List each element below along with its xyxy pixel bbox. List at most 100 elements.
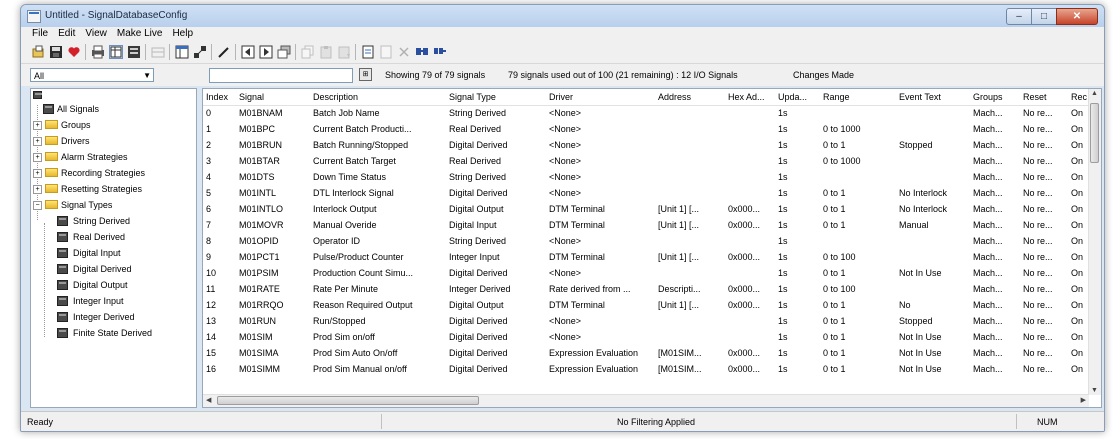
cell-range: 0 to 1: [823, 140, 846, 150]
signal-grid[interactable]: Index Signal Description Signal Type Driver A…: [202, 88, 1102, 408]
heart-icon[interactable]: [67, 45, 81, 59]
cell-description: Down Time Status: [313, 172, 387, 182]
disabled-doc-icon[interactable]: [379, 45, 393, 59]
cell-reset: No re...: [1023, 316, 1053, 326]
new-document-icon[interactable]: [361, 45, 375, 59]
copy-icon[interactable]: [301, 45, 315, 59]
column-header-hex-address[interactable]: Hex Ad...: [728, 92, 765, 102]
menu-view[interactable]: View: [80, 27, 112, 41]
signal-type-icon: [57, 280, 68, 290]
cell-description: Operator ID: [313, 236, 361, 246]
copy-window-icon[interactable]: [277, 45, 291, 59]
table-row[interactable]: 4 M01DTS Down Time Status String Derived <No…: [203, 170, 1089, 184]
table-row[interactable]: 7 M01MOVR Manual Overide Digital Input DTM T…: [203, 218, 1089, 232]
column-header-address[interactable]: Address: [658, 92, 691, 102]
search-input[interactable]: [209, 68, 353, 83]
paste-special-icon[interactable]: [337, 45, 351, 59]
cell-reset: No re...: [1023, 284, 1053, 294]
column-header-signal[interactable]: Signal: [239, 92, 264, 102]
maximize-button[interactable]: □: [1031, 8, 1057, 25]
prev-record-icon[interactable]: [241, 45, 255, 59]
group-filter-select[interactable]: All ▼: [30, 68, 154, 82]
scroll-left-icon[interactable]: ◀: [206, 396, 211, 404]
menu-help[interactable]: Help: [167, 27, 198, 41]
find-icon[interactable]: [415, 45, 429, 59]
column-header-update[interactable]: Upda...: [778, 92, 807, 102]
cell-update: 1s: [778, 364, 788, 374]
delete-x-icon[interactable]: [397, 45, 411, 59]
cell-index: 14: [206, 332, 217, 342]
print-icon[interactable]: [91, 45, 105, 59]
column-header-reset[interactable]: Reset: [1023, 92, 1047, 102]
table-row[interactable]: 1 M01BPC Current Batch Producti... Real Der…: [203, 122, 1089, 136]
cell-driver: <None>: [549, 188, 582, 198]
cell-groups: Mach...: [973, 124, 1003, 134]
cell-description: Rate Per Minute: [313, 284, 379, 294]
column-header-index[interactable]: Index: [206, 92, 228, 102]
cell-address: [Unit 1] [...: [658, 300, 700, 310]
table-icon[interactable]: [175, 45, 189, 59]
table-row[interactable]: 10 M01PSIM Production Count Simu... Digital…: [203, 266, 1089, 280]
maximize-icon: □: [1040, 11, 1048, 22]
connect-icon[interactable]: [193, 45, 207, 59]
paste-icon[interactable]: [319, 45, 333, 59]
edit-pen-icon[interactable]: [217, 45, 231, 59]
cell-update: 1s: [778, 156, 788, 166]
column-header-range[interactable]: Range: [823, 92, 850, 102]
table-row[interactable]: 14 M01SIM Prod Sim on/off Digital Derived <N…: [203, 330, 1089, 344]
save-icon[interactable]: [49, 45, 63, 59]
table-row[interactable]: 8 M01OPID Operator ID String Derived <None> 1…: [203, 234, 1089, 248]
open-icon[interactable]: [31, 45, 45, 59]
cell-description: Prod Sim Auto On/off: [313, 348, 398, 358]
scroll-down-icon[interactable]: ▼: [1091, 387, 1098, 394]
view-list-icon[interactable]: [127, 45, 141, 59]
signal-tree[interactable]: All Signals + Groups + Drivers + Alarm S…: [30, 88, 197, 408]
table-row[interactable]: 13 M01RUN Run/Stopped Digital Derived <None>…: [203, 314, 1089, 328]
close-button[interactable]: ✕: [1056, 8, 1098, 25]
table-row[interactable]: 5 M01INTL DTL Interlock Signal Digital Deri…: [203, 186, 1089, 200]
vertical-scrollbar[interactable]: ▲ ▼: [1088, 89, 1101, 395]
column-header-rec[interactable]: Rec: [1071, 92, 1087, 102]
signal-type-icon: [57, 248, 68, 258]
column-header-event-text[interactable]: Event Text: [899, 92, 941, 102]
menu-edit[interactable]: Edit: [53, 27, 80, 41]
tree-item-label: Groups: [61, 120, 91, 130]
table-row[interactable]: 12 M01RRQO Reason Required Output Digital O…: [203, 298, 1089, 312]
column-header-signal-type[interactable]: Signal Type: [449, 92, 496, 102]
cell-range: 0 to 1: [823, 300, 846, 310]
scroll-right-icon[interactable]: ▶: [1081, 396, 1086, 404]
table-row[interactable]: 16 M01SIMM Prod Sim Manual on/off Digital D…: [203, 362, 1089, 376]
table-row[interactable]: 15 M01SIMA Prod Sim Auto On/off Digital Der…: [203, 346, 1089, 360]
column-header-description[interactable]: Description: [313, 92, 358, 102]
column-header-driver[interactable]: Driver: [549, 92, 573, 102]
apply-filter-button[interactable]: ⊞: [359, 68, 372, 81]
title-bar[interactable]: Untitled - SignalDatabaseConfig – □ ✕: [21, 5, 1104, 27]
menu-make-live[interactable]: Make Live: [112, 27, 168, 41]
expand-icon: +: [33, 153, 42, 162]
cell-update: 1s: [778, 140, 788, 150]
horizontal-scrollbar[interactable]: ◀ ▶: [203, 394, 1089, 407]
tree-item-label: Integer Input: [73, 296, 124, 306]
table-row[interactable]: 3 M01BTAR Current Batch Target Real Derived…: [203, 154, 1089, 168]
minimize-button[interactable]: –: [1006, 8, 1032, 25]
table-row[interactable]: 2 M01BRUN Batch Running/Stopped Digital Der…: [203, 138, 1089, 152]
horizontal-scroll-thumb[interactable]: [217, 396, 479, 405]
view-grid-icon[interactable]: [109, 45, 123, 59]
cell-description: Prod Sim on/off: [313, 332, 375, 342]
column-header-groups[interactable]: Groups: [973, 92, 1003, 102]
next-record-icon[interactable]: [259, 45, 273, 59]
table-row[interactable]: 6 M01INTLO Interlock Output Digital Output D…: [203, 202, 1089, 216]
cell-reset: No re...: [1023, 236, 1053, 246]
table-row[interactable]: 9 M01PCT1 Pulse/Product Counter Integer Inp…: [203, 250, 1089, 264]
table-row[interactable]: 0 M01BNAM Batch Job Name String Derived <Non…: [203, 106, 1089, 120]
signal-type-icon: [57, 296, 68, 306]
disabled-table-icon[interactable]: [151, 45, 165, 59]
cell-groups: Mach...: [973, 252, 1003, 262]
table-row[interactable]: 11 M01RATE Rate Per Minute Integer Derived R…: [203, 282, 1089, 296]
menu-file[interactable]: File: [27, 27, 53, 41]
find-replace-icon[interactable]: [433, 45, 447, 59]
folder-icon: [45, 184, 58, 193]
cell-update: 1s: [778, 124, 788, 134]
vertical-scroll-thumb[interactable]: [1090, 103, 1099, 163]
scroll-up-icon[interactable]: ▲: [1091, 90, 1098, 97]
